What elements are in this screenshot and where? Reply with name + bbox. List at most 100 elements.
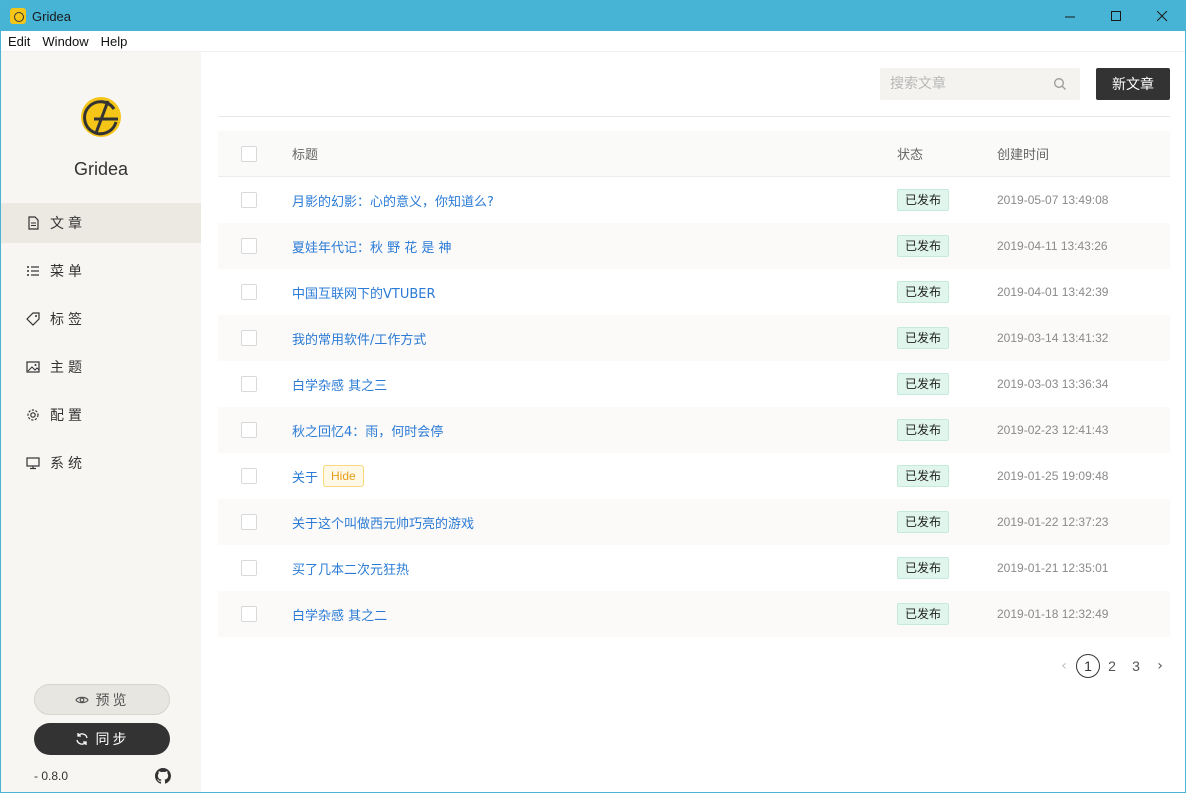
search-icon[interactable] (1053, 77, 1067, 91)
created-date: 2019-03-03 13:36:34 (997, 377, 1109, 391)
app-logo-icon (10, 8, 26, 24)
list-icon (26, 264, 40, 278)
created-date: 2019-01-18 12:32:49 (997, 607, 1109, 621)
menu-help[interactable]: Help (101, 34, 128, 49)
table-body: 月影的幻影：心的意义，你知道么? 已发布 2019-05-07 13:49:08 夏娃… (218, 177, 1170, 637)
main-content: 新文章 标题 状态 创建时间 月影的幻影：心的意义，你知道么? 已发布 2019-0… (202, 52, 1185, 792)
row-checkbox[interactable] (241, 468, 257, 484)
row-checkbox[interactable] (241, 422, 257, 438)
title-cell: 白学杂感 其之三 (292, 375, 897, 394)
title-bar[interactable]: Gridea (1, 1, 1185, 31)
sidebar-item-tags[interactable]: 标签 (1, 299, 201, 339)
post-title-link[interactable]: 关于 (292, 467, 318, 486)
post-title-link[interactable]: 我的常用软件/工作方式 (292, 329, 426, 348)
row-checkbox[interactable] (241, 514, 257, 530)
post-title-link[interactable]: 买了几本二次元狂热 (292, 559, 409, 578)
row-check-cell (218, 238, 292, 254)
select-all-checkbox[interactable] (241, 145, 257, 162)
menu-edit[interactable]: Edit (8, 34, 30, 49)
status-badge: 已发布 (897, 603, 950, 625)
header-created[interactable]: 创建时间 (997, 144, 1170, 163)
post-title-link[interactable]: 秋之回忆4：雨，何时会停 (292, 421, 443, 440)
search-box (880, 68, 1080, 100)
table-row[interactable]: 关于 Hide 已发布 2019-01-25 19:09:48 (218, 453, 1170, 499)
page-1-button[interactable]: 1 (1076, 654, 1100, 678)
status-cell: 已发布 (897, 465, 997, 487)
post-title-link[interactable]: 白学杂感 其之二 (292, 605, 387, 624)
post-title-link[interactable]: 夏娃年代记：秋 野 花 是 神 (292, 237, 452, 256)
table-row[interactable]: 白学杂感 其之三 已发布 2019-03-03 13:36:34 (218, 361, 1170, 407)
preview-label: 预览 (95, 692, 130, 709)
created-date: 2019-04-11 13:43:26 (997, 239, 1108, 253)
sidebar-item-settings[interactable]: 配置 (1, 395, 201, 435)
post-title-link[interactable]: 月影的幻影：心的意义，你知道么? (292, 191, 494, 210)
row-checkbox[interactable] (241, 376, 257, 392)
next-page-button[interactable]: › (1148, 654, 1172, 678)
tag-icon (26, 312, 40, 326)
status-cell: 已发布 (897, 557, 997, 579)
row-checkbox[interactable] (241, 330, 257, 346)
status-badge: 已发布 (897, 557, 950, 579)
close-button[interactable] (1139, 1, 1185, 31)
status-cell: 已发布 (897, 603, 997, 625)
sidebar: Gridea 文章 菜单 标签 主题 配置 系统 预览 同步 - 0.8.0 (1, 52, 201, 792)
status-badge: 已发布 (897, 511, 950, 533)
post-title-link[interactable]: 关于这个叫做西元帅巧亮的游戏 (292, 513, 474, 532)
status-badge: 已发布 (897, 373, 950, 395)
row-checkbox[interactable] (241, 284, 257, 300)
created-date: 2019-04-01 13:42:39 (997, 285, 1109, 299)
header-status[interactable]: 状态 (897, 144, 997, 163)
post-title-link[interactable]: 中国互联网下的VTUBER (292, 283, 436, 302)
status-cell: 已发布 (897, 189, 997, 211)
table-row[interactable]: 买了几本二次元狂热 已发布 2019-01-21 12:35:01 (218, 545, 1170, 591)
prev-page-button[interactable]: ‹ (1052, 654, 1076, 678)
status-cell: 已发布 (897, 235, 997, 257)
sidebar-item-system[interactable]: 系统 (1, 443, 201, 483)
status-cell: 已发布 (897, 511, 997, 533)
row-check-cell (218, 514, 292, 530)
eye-icon (74, 693, 89, 707)
title-cell: 关于这个叫做西元帅巧亮的游戏 (292, 513, 897, 532)
brand-name: Gridea (73, 159, 129, 179)
page-2-button[interactable]: 2 (1100, 654, 1124, 678)
preview-button[interactable]: 预览 (34, 684, 170, 715)
post-title-link[interactable]: 白学杂感 其之三 (292, 375, 387, 394)
sidebar-item-menus[interactable]: 菜单 (1, 251, 201, 291)
menu-window[interactable]: Window (42, 34, 88, 49)
sidebar-item-label: 主题 (50, 360, 86, 376)
table-row[interactable]: 关于这个叫做西元帅巧亮的游戏 已发布 2019-01-22 12:37:23 (218, 499, 1170, 545)
row-checkbox[interactable] (241, 560, 257, 576)
row-checkbox[interactable] (241, 238, 257, 254)
header-title[interactable]: 标题 (292, 144, 897, 163)
table-row[interactable]: 秋之回忆4：雨，何时会停 已发布 2019-02-23 12:41:43 (218, 407, 1170, 453)
sidebar-item-themes[interactable]: 主题 (1, 347, 201, 387)
row-checkbox[interactable] (241, 192, 257, 208)
sidebar-item-label: 系统 (50, 456, 86, 472)
gridea-logo-icon (81, 97, 121, 137)
title-cell: 秋之回忆4：雨，何时会停 (292, 421, 897, 440)
created-date: 2019-02-23 12:41:43 (997, 423, 1109, 437)
status-badge: 已发布 (897, 419, 950, 441)
row-checkbox[interactable] (241, 606, 257, 622)
monitor-icon (26, 456, 40, 470)
table-row[interactable]: 月影的幻影：心的意义，你知道么? 已发布 2019-05-07 13:49:08 (218, 177, 1170, 223)
github-icon[interactable] (155, 768, 171, 784)
page-3-button[interactable]: 3 (1124, 654, 1148, 678)
minimize-button[interactable] (1047, 1, 1093, 31)
maximize-button[interactable] (1093, 1, 1139, 31)
table-row[interactable]: 我的常用软件/工作方式 已发布 2019-03-14 13:41:32 (218, 315, 1170, 361)
table-row[interactable]: 夏娃年代记：秋 野 花 是 神 已发布 2019-04-11 13:43:26 (218, 223, 1170, 269)
title-cell: 夏娃年代记：秋 野 花 是 神 (292, 237, 897, 256)
app-window: Gridea Edit Window Help Gridea 文章 菜单 标签 … (0, 0, 1186, 793)
status-cell: 已发布 (897, 281, 997, 303)
sidebar-item-articles[interactable]: 文章 (1, 203, 201, 243)
pagination: ‹ 1 2 3 › (1052, 654, 1172, 678)
sync-button[interactable]: 同步 (34, 723, 170, 755)
table-row[interactable]: 中国互联网下的VTUBER 已发布 2019-04-01 13:42:39 (218, 269, 1170, 315)
search-input[interactable] (880, 69, 1045, 99)
window-controls (1047, 1, 1185, 31)
table-row[interactable]: 白学杂感 其之二 已发布 2019-01-18 12:32:49 (218, 591, 1170, 637)
hide-badge: Hide (323, 465, 364, 487)
new-post-button[interactable]: 新文章 (1096, 68, 1170, 100)
title-cell: 关于 Hide (292, 465, 897, 487)
